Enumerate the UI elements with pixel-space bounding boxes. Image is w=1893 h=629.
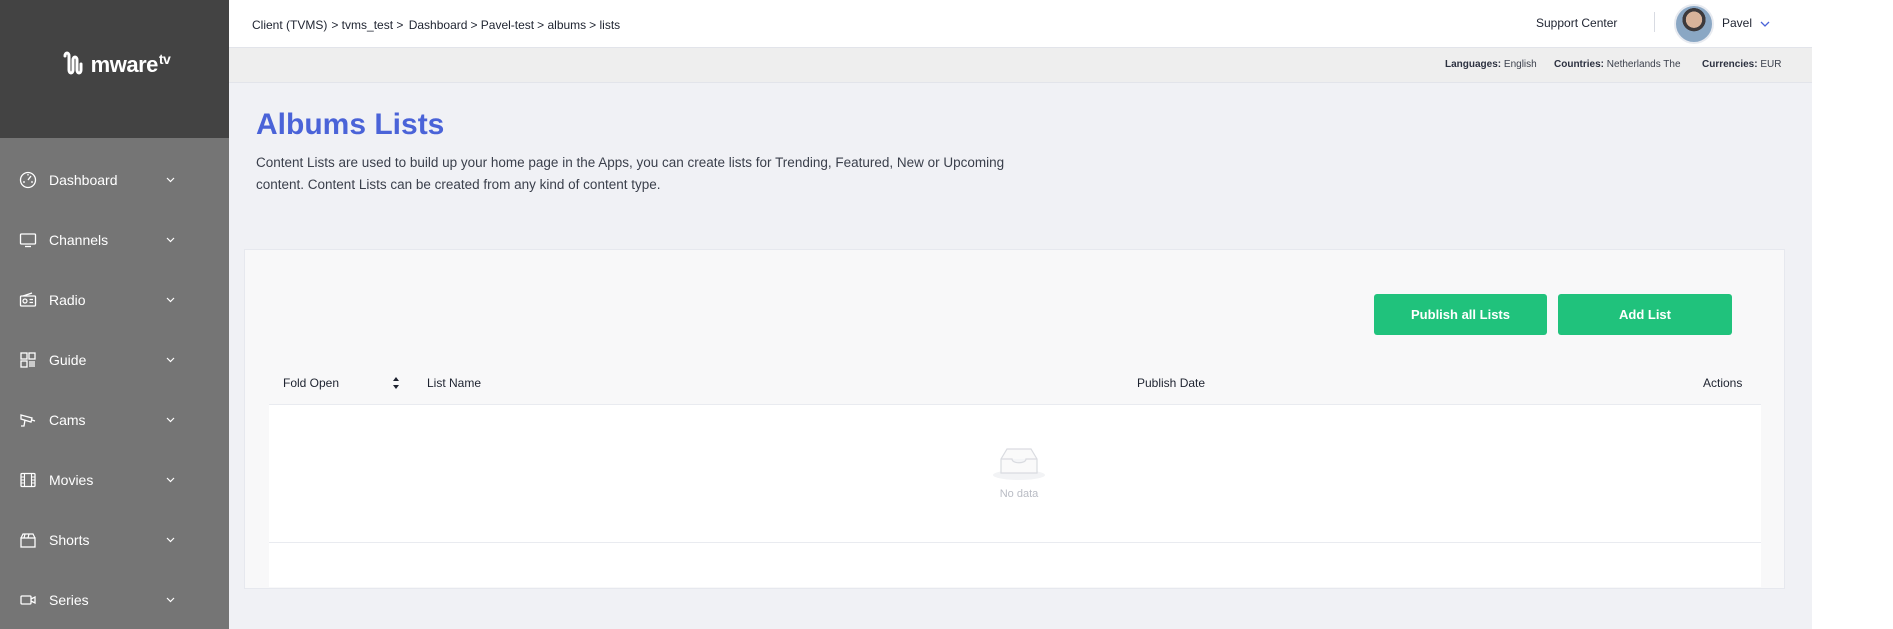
currencies-info: Currencies: EUR bbox=[1702, 59, 1781, 70]
column-publish-date: Publish Date bbox=[1137, 376, 1206, 390]
locale-bar: Languages: English Countries: Netherland… bbox=[229, 48, 1812, 83]
sidebar: mwaretv Dashboard Channels Radio Guide C… bbox=[0, 0, 229, 629]
sort-icon[interactable] bbox=[392, 376, 400, 390]
countries-value: Netherlands The bbox=[1606, 59, 1681, 70]
support-center-link[interactable]: Support Center bbox=[1536, 16, 1617, 30]
currencies-label: Currencies: bbox=[1702, 59, 1758, 70]
chevron-down-icon bbox=[165, 535, 175, 545]
chevron-down-icon bbox=[165, 175, 175, 185]
app-root: mwaretv Dashboard Channels Radio Guide C… bbox=[0, 0, 1812, 629]
sidebar-item-shorts[interactable]: Shorts bbox=[0, 510, 229, 570]
user-name: Pavel bbox=[1722, 16, 1753, 30]
breadcrumb-client[interactable]: Client (TVMS) bbox=[252, 18, 327, 32]
video-camera-icon bbox=[19, 591, 37, 609]
table-footer bbox=[269, 543, 1761, 587]
table-header: Fold Open List Name Publish Date Actions bbox=[269, 364, 1761, 404]
add-list-button[interactable]: Add List bbox=[1558, 294, 1732, 335]
publish-all-lists-button[interactable]: Publish all Lists bbox=[1374, 294, 1547, 335]
user-menu[interactable]: Pavel bbox=[1722, 16, 1770, 30]
sidebar-item-series[interactable]: Series bbox=[0, 570, 229, 629]
sidebar-item-radio[interactable]: Radio bbox=[0, 270, 229, 330]
chevron-down-icon bbox=[1760, 16, 1770, 30]
sidebar-item-label: Guide bbox=[49, 352, 87, 368]
grid-icon bbox=[19, 351, 37, 369]
sidebar-item-dashboard[interactable]: Dashboard bbox=[0, 150, 229, 210]
empty-text: No data bbox=[999, 488, 1039, 500]
monitor-icon bbox=[19, 231, 37, 249]
chevron-down-icon bbox=[165, 595, 175, 605]
table-body: No data bbox=[269, 404, 1761, 543]
sidebar-nav: Dashboard Channels Radio Guide Cams Movi… bbox=[0, 138, 229, 629]
sidebar-item-channels[interactable]: Channels bbox=[0, 210, 229, 270]
breadcrumb: Client (TVMS) > tvms_test > Dashboard > … bbox=[252, 18, 620, 32]
sidebar-item-label: Movies bbox=[49, 472, 94, 488]
lists-card: Publish all Lists Add List Fold Open Lis… bbox=[244, 249, 1785, 589]
page-description: Content Lists are used to build up your … bbox=[256, 155, 1005, 192]
breadcrumb-albums[interactable]: > albums bbox=[537, 18, 586, 32]
chevron-down-icon bbox=[165, 475, 175, 485]
countries-info: Countries: Netherlands The bbox=[1554, 59, 1681, 70]
chevron-down-icon bbox=[165, 355, 175, 365]
countries-label: Countries: bbox=[1554, 59, 1604, 70]
sidebar-item-cams[interactable]: Cams bbox=[0, 390, 229, 450]
column-actions: Actions bbox=[1703, 376, 1743, 390]
sidebar-item-label: Dashboard bbox=[49, 172, 118, 188]
breadcrumb-dashboard[interactable]: Dashboard bbox=[409, 18, 468, 32]
logo-mark-icon bbox=[63, 51, 83, 75]
breadcrumb-pavel-test[interactable]: > Pavel-test bbox=[470, 18, 534, 32]
sidebar-item-label: Shorts bbox=[49, 532, 90, 548]
breadcrumb-separator: > bbox=[393, 18, 407, 32]
column-fold-open[interactable]: Fold Open bbox=[283, 376, 339, 390]
page-title: Albums Lists bbox=[256, 108, 445, 141]
chevron-down-icon bbox=[165, 415, 175, 425]
logo-text: mwaretv bbox=[90, 50, 171, 77]
clapper-icon bbox=[19, 531, 37, 549]
currencies-value: EUR bbox=[1760, 59, 1782, 70]
empty-inbox-icon bbox=[991, 448, 1047, 485]
dashboard-gauge-icon bbox=[19, 171, 37, 189]
radio-icon bbox=[19, 291, 37, 309]
sidebar-item-guide[interactable]: Guide bbox=[0, 330, 229, 390]
chevron-down-icon bbox=[165, 295, 175, 305]
languages-info: Languages: English bbox=[1445, 59, 1537, 70]
chevron-down-icon bbox=[165, 235, 175, 245]
film-icon bbox=[19, 471, 37, 489]
sidebar-item-label: Radio bbox=[49, 292, 86, 308]
mwaretv-logo[interactable]: mwaretv bbox=[59, 50, 171, 78]
empty-state: No data bbox=[989, 445, 1049, 500]
logo-area: mwaretv bbox=[0, 0, 229, 138]
sidebar-item-label: Cams bbox=[49, 412, 86, 428]
breadcrumb-tvms-test[interactable]: > tvms_test bbox=[331, 18, 393, 32]
camera-icon bbox=[19, 411, 37, 429]
sidebar-item-movies[interactable]: Movies bbox=[0, 450, 229, 510]
breadcrumb-lists[interactable]: > lists bbox=[589, 18, 620, 32]
sidebar-item-label: Series bbox=[49, 592, 89, 608]
sidebar-item-label: Channels bbox=[49, 232, 109, 248]
column-list-name: List Name bbox=[427, 376, 482, 390]
languages-label: Languages: bbox=[1445, 59, 1502, 70]
topbar-divider bbox=[1654, 12, 1655, 32]
topbar: Client (TVMS) > tvms_test > Dashboard > … bbox=[229, 0, 1812, 48]
avatar[interactable] bbox=[1674, 4, 1714, 44]
languages-value: English bbox=[1503, 59, 1537, 70]
